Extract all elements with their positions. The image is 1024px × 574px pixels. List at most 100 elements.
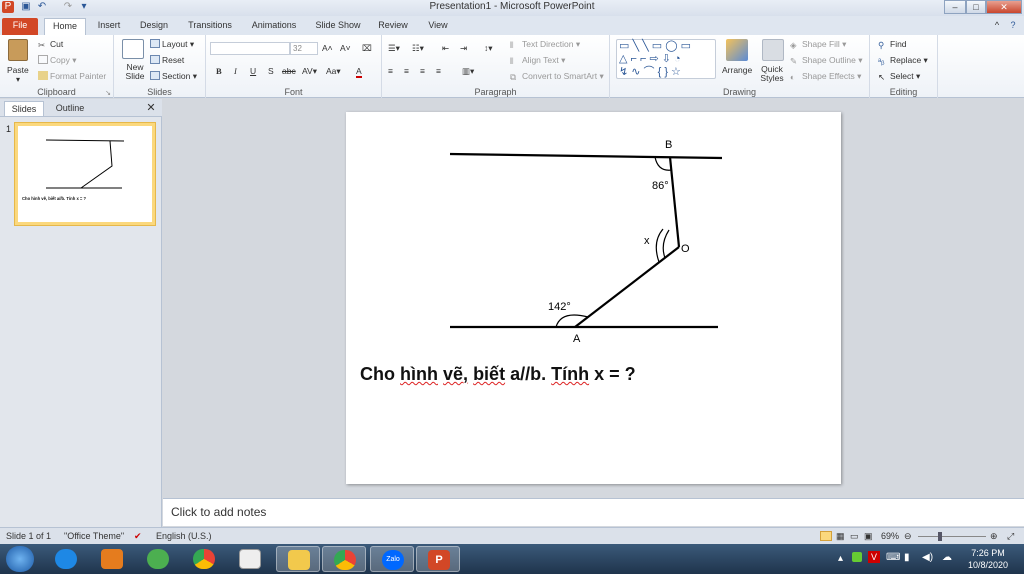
- copy-button[interactable]: Copy ▾: [38, 55, 76, 66]
- columns-icon[interactable]: ▥▾: [462, 66, 474, 77]
- reading-view-icon[interactable]: ▭: [850, 531, 859, 542]
- normal-view-icon[interactable]: [820, 531, 832, 541]
- align-center-icon[interactable]: ≡: [404, 66, 409, 76]
- shapes-gallery[interactable]: ▭ ╲ ╲ ▭ ◯ ▭ △ ⌐ ⌐ ⇨ ⇩ ◔ ↯ ∿ ⌒ { } ☆: [616, 39, 716, 79]
- new-slide-button[interactable]: New Slide: [120, 63, 150, 81]
- shape-outline-button[interactable]: ✎ Shape Outline ▾: [790, 55, 863, 66]
- convert-smartart-button[interactable]: ⧉ Convert to SmartArt ▾: [510, 71, 604, 82]
- change-case-icon[interactable]: Aa▾: [326, 66, 341, 77]
- taskbar-zalo[interactable]: Zalo: [370, 546, 414, 572]
- slideshow-icon[interactable]: ▣: [864, 531, 873, 542]
- quick-styles-button[interactable]: Quick Styles: [756, 65, 788, 83]
- minimize-button[interactable]: –: [944, 0, 966, 14]
- tray-app-icon[interactable]: [852, 552, 862, 562]
- reset-button[interactable]: Reset: [150, 55, 184, 65]
- taskbar-chrome-2[interactable]: [322, 546, 366, 572]
- tab-review[interactable]: Review: [372, 18, 414, 35]
- arrange-icon[interactable]: [726, 39, 748, 61]
- shadow-icon[interactable]: S: [268, 66, 274, 76]
- find-button[interactable]: ⚲ Find: [878, 39, 907, 50]
- antivirus-icon[interactable]: V: [868, 551, 880, 563]
- tab-view[interactable]: View: [420, 18, 456, 35]
- italic-icon[interactable]: I: [234, 66, 237, 76]
- arrange-button[interactable]: Arrange: [722, 65, 752, 75]
- taskbar-notepad[interactable]: [228, 546, 272, 572]
- zoom-out-icon[interactable]: ⊖: [904, 531, 912, 542]
- quick-styles-icon[interactable]: [762, 39, 784, 61]
- language-status[interactable]: English (U.S.): [156, 531, 212, 541]
- start-button[interactable]: [6, 546, 34, 572]
- font-name-combo[interactable]: [210, 42, 290, 55]
- slide-question-text[interactable]: Cho hình vẽ, biết a//b. Tính x = ?: [360, 364, 636, 385]
- help-icon[interactable]: ?: [1006, 18, 1020, 35]
- numbering-icon[interactable]: ☷▾: [412, 43, 424, 54]
- taskbar-media-player[interactable]: [90, 546, 134, 572]
- paste-dropdown-icon[interactable]: ▾: [16, 75, 20, 84]
- bold-icon[interactable]: B: [216, 66, 222, 76]
- underline-icon[interactable]: U: [250, 66, 256, 76]
- decrease-indent-icon[interactable]: ⇤: [442, 43, 449, 54]
- tab-slides[interactable]: Slides: [4, 101, 44, 116]
- clock[interactable]: 7:26 PM 10/8/2020: [968, 547, 1008, 571]
- align-right-icon[interactable]: ≡: [420, 66, 425, 76]
- new-slide-icon[interactable]: [122, 39, 144, 59]
- volume-icon[interactable]: ◀): [922, 552, 933, 563]
- network-icon[interactable]: ▮: [904, 552, 910, 563]
- select-button[interactable]: ↖ Select ▾: [878, 71, 920, 82]
- taskbar-powerpoint[interactable]: P: [416, 546, 460, 572]
- shape-effects-button[interactable]: ◐ Shape Effects ▾: [790, 71, 861, 82]
- replace-button[interactable]: ᵃᵦ Replace ▾: [878, 55, 928, 66]
- taskbar-app-green[interactable]: [136, 546, 180, 572]
- paste-icon[interactable]: [8, 39, 28, 61]
- zoom-level[interactable]: 69%: [881, 531, 899, 541]
- maximize-button[interactable]: □: [966, 0, 986, 14]
- slide-canvas[interactable]: B A O x 86° 142° Cho hình vẽ, biết a//b.…: [346, 112, 841, 484]
- align-text-button[interactable]: ⫴ Align Text ▾: [510, 55, 565, 66]
- zoom-slider-thumb[interactable]: [938, 532, 942, 541]
- tab-transitions[interactable]: Transitions: [182, 18, 238, 35]
- grow-font-icon[interactable]: A˄: [322, 43, 333, 53]
- slide-thumbnail[interactable]: Cho hình vẽ, biết a//b. Tính x = ?: [14, 122, 156, 226]
- spellcheck-icon[interactable]: ✔: [134, 531, 142, 542]
- shape-fill-button[interactable]: ◈ Shape Fill ▾: [790, 39, 846, 50]
- taskbar-explorer[interactable]: [276, 546, 320, 572]
- font-color-icon[interactable]: A: [356, 66, 362, 78]
- character-spacing-icon[interactable]: AV▾: [302, 66, 317, 77]
- tab-insert[interactable]: Insert: [90, 18, 128, 35]
- layout-button[interactable]: Layout ▾: [150, 39, 194, 50]
- tab-home[interactable]: Home: [44, 18, 86, 35]
- slide-sorter-icon[interactable]: ▦: [836, 531, 845, 542]
- taskbar-chrome-1[interactable]: [182, 546, 226, 572]
- justify-icon[interactable]: ≡: [436, 66, 441, 76]
- shrink-font-icon[interactable]: A˅: [340, 43, 351, 53]
- show-hidden-icons[interactable]: ▴: [838, 553, 843, 564]
- close-button[interactable]: ✕: [986, 0, 1022, 14]
- clear-formatting-icon[interactable]: ⌧: [362, 43, 372, 54]
- increase-indent-icon[interactable]: ⇥: [460, 43, 467, 54]
- text-direction-button[interactable]: ⫴ Text Direction ▾: [510, 39, 580, 50]
- cloud-icon[interactable]: ☁: [942, 552, 952, 563]
- close-pane-icon[interactable]: ✕: [144, 101, 158, 116]
- tab-outline[interactable]: Outline: [48, 101, 92, 116]
- zoom-slider[interactable]: [918, 536, 986, 537]
- fit-to-window-icon[interactable]: ⤢: [1007, 531, 1014, 542]
- tab-slide-show[interactable]: Slide Show: [310, 18, 366, 35]
- tab-design[interactable]: Design: [134, 18, 174, 35]
- notes-pane[interactable]: Click to add notes: [163, 498, 1024, 526]
- clipboard-launcher-icon[interactable]: ↘: [105, 89, 111, 97]
- tab-animations[interactable]: Animations: [246, 18, 302, 35]
- paste-button[interactable]: Paste: [7, 65, 29, 75]
- align-left-icon[interactable]: ≡: [388, 66, 393, 76]
- format-painter-button[interactable]: Format Painter: [38, 71, 106, 81]
- bullets-icon[interactable]: ☰▾: [388, 43, 400, 54]
- section-button[interactable]: Section ▾: [150, 71, 197, 82]
- cut-button[interactable]: ✂ Cut: [38, 39, 63, 50]
- tab-file[interactable]: File: [2, 18, 38, 35]
- zoom-in-icon[interactable]: ⊕: [990, 531, 998, 542]
- minimize-ribbon-icon[interactable]: ^: [990, 18, 1004, 35]
- taskbar-ie[interactable]: [44, 546, 88, 572]
- font-size-combo[interactable]: 32: [290, 42, 318, 55]
- line-spacing-icon[interactable]: ↕▾: [484, 43, 493, 54]
- keyboard-icon[interactable]: ⌨: [886, 552, 900, 563]
- strikethrough-icon[interactable]: abc: [282, 66, 296, 76]
